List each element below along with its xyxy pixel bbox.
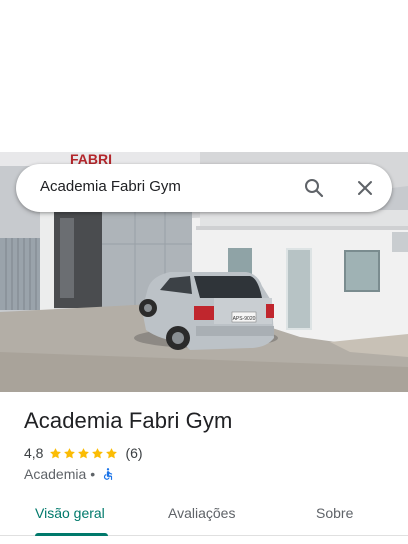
place-tabs: Visão geral Avaliações Sobre — [0, 496, 408, 536]
star-icon — [78, 447, 90, 458]
rating-row[interactable]: 4,8 (6) — [24, 444, 143, 462]
review-count[interactable]: (6) — [125, 445, 142, 461]
tab-overview[interactable]: Visão geral — [35, 505, 105, 521]
star-icon — [64, 447, 76, 458]
search-bar[interactable]: Academia Fabri Gym — [16, 164, 392, 212]
star-rating — [49, 447, 119, 460]
svg-text:APS-9020: APS-9020 — [233, 316, 256, 322]
map-blank-area — [0, 0, 408, 152]
rating-value: 4,8 — [24, 445, 44, 461]
wheelchair-accessible-icon — [104, 468, 113, 480]
place-title: Academia Fabri Gym — [24, 408, 233, 433]
tab-reviews[interactable]: Avaliações — [168, 505, 235, 521]
star-icon — [50, 447, 62, 458]
tab-about[interactable]: Sobre — [316, 505, 353, 521]
close-icon[interactable] — [353, 176, 377, 200]
star-icon — [92, 447, 104, 458]
category-row: Academia • — [24, 465, 115, 483]
separator-dot: • — [90, 466, 96, 482]
search-query[interactable]: Academia Fabri Gym — [40, 178, 181, 195]
place-category: Academia — [24, 466, 87, 482]
search-icon[interactable] — [302, 176, 326, 200]
active-tab-indicator — [35, 533, 108, 536]
star-icon — [106, 447, 118, 458]
